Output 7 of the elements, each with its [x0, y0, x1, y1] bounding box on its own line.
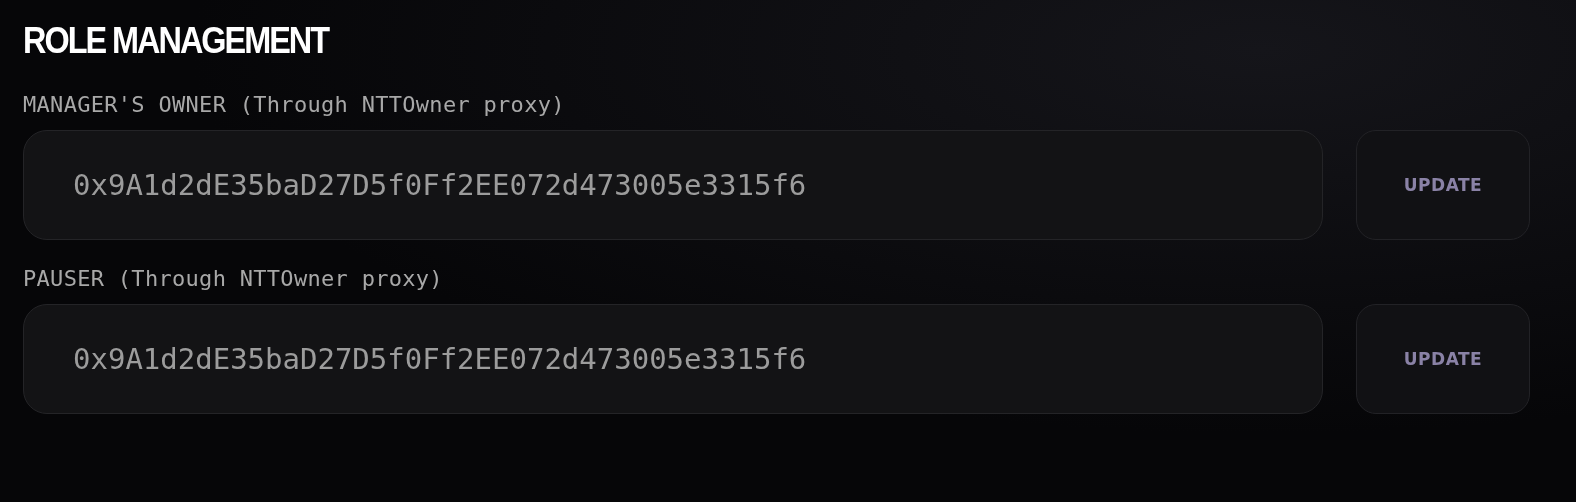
field-label: MANAGER'S OWNER (Through NTTOwner proxy)	[23, 92, 565, 117]
section-title: ROLE MANAGEMENT	[23, 20, 329, 62]
address-field[interactable]: 0x9A1d2dE35baD27D5f0Ff2EE072d473005e3315f6	[23, 304, 1323, 414]
update-button[interactable]: UPDATE	[1356, 130, 1530, 240]
field-label: PAUSER (Through NTTOwner proxy)	[23, 266, 443, 291]
update-button[interactable]: UPDATE	[1356, 304, 1530, 414]
address-field[interactable]: 0x9A1d2dE35baD27D5f0Ff2EE072d473005e3315f6	[23, 130, 1323, 240]
